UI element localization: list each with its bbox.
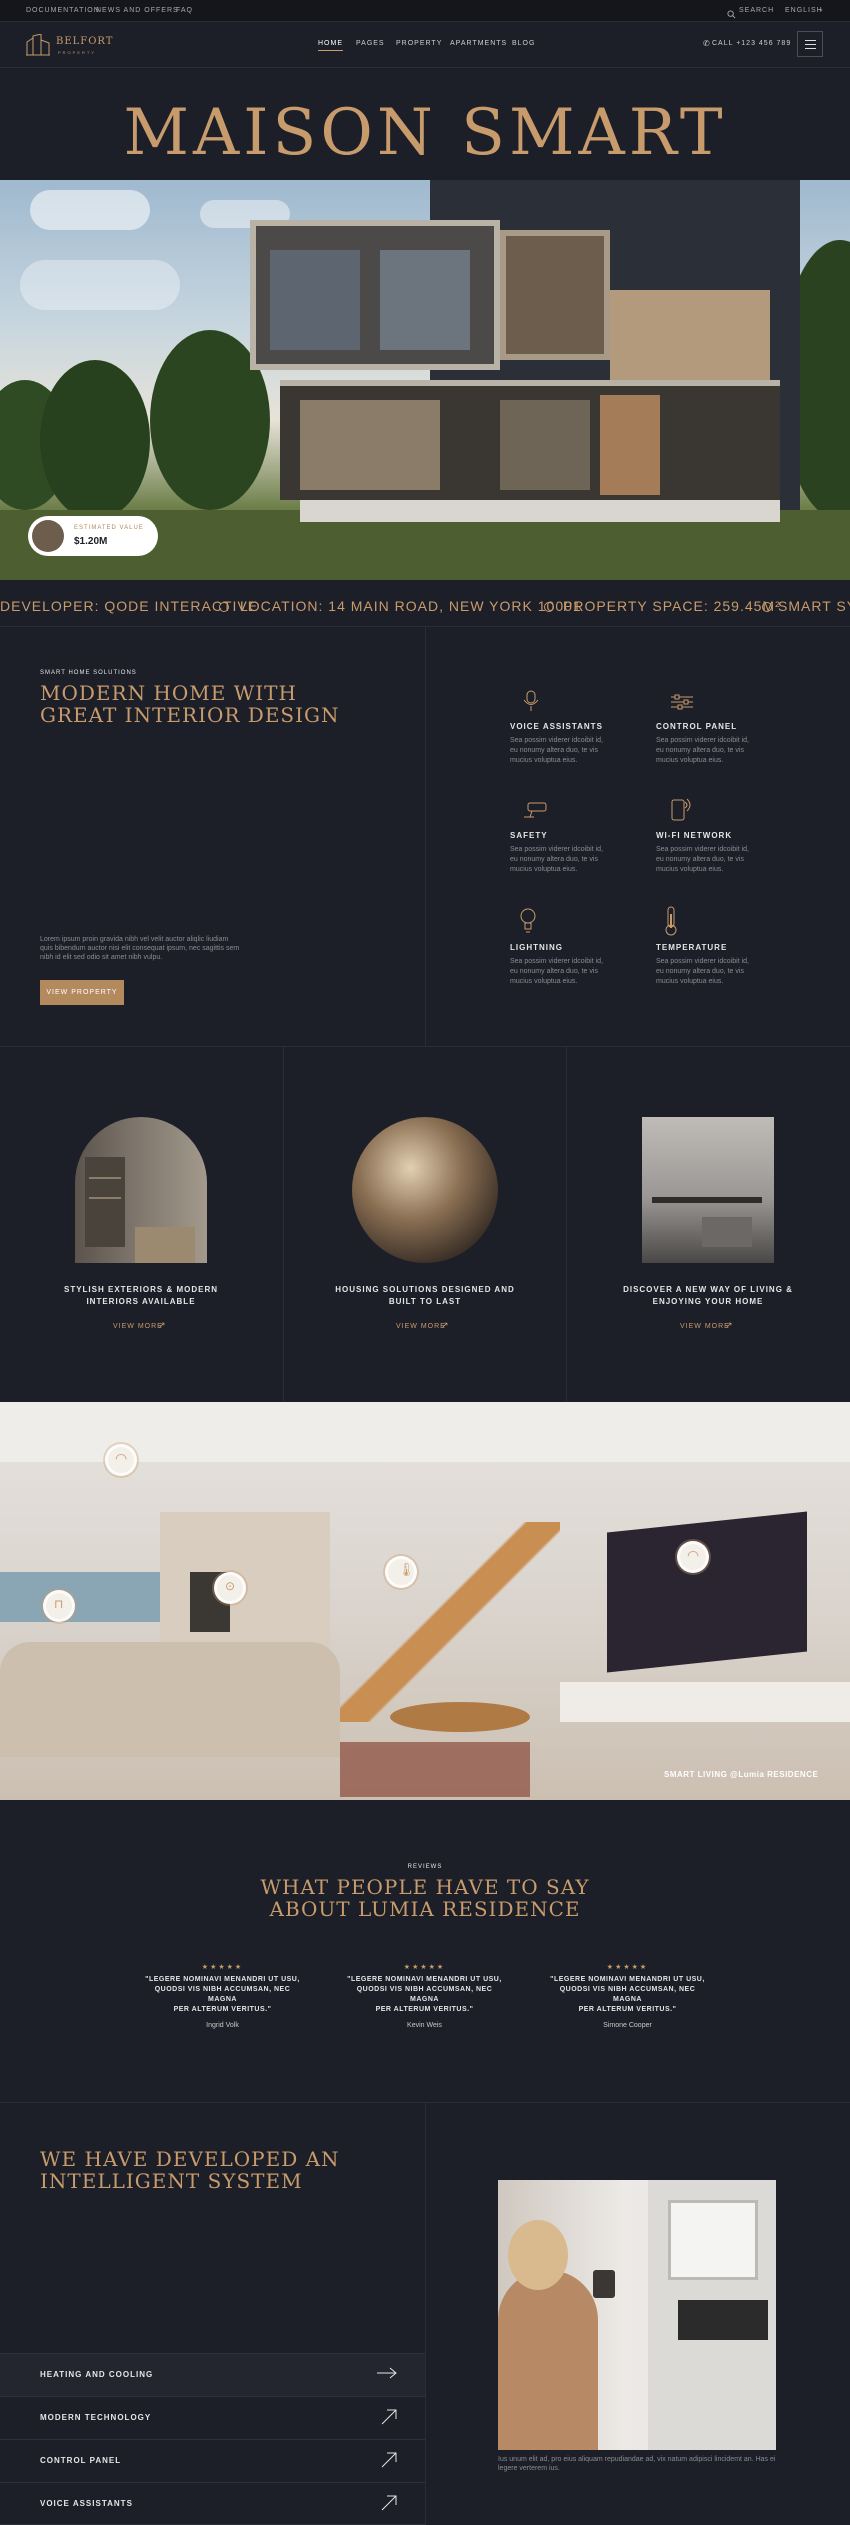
solutions-body: Lorem ipsum proin gravida nibh vel velit… [40,936,240,961]
light-bulb-icon [518,907,538,938]
accordion-item-control-panel[interactable]: CONTROL PANEL [0,2439,425,2482]
review-author: Kevin Weis [407,2022,442,2029]
faq-link[interactable]: FAQ [176,7,193,14]
info-ticker: DEVELOPER: QODE INTERACTIVE LOCATION: 14… [0,592,850,622]
review-author: Ingrid Volk [206,2022,239,2029]
microphone-icon [522,690,540,717]
wifi-phone-icon [670,796,694,827]
card-circle-image[interactable] [352,1117,498,1263]
ticker-separator-icon [762,602,772,612]
search-label[interactable]: SEARCH [739,7,774,14]
star-rating-icon: ★★★★★ [606,1964,649,1971]
review-card: ★★★★★ "LEGERE NOMINAVI MENANDRI UT USU, Q… [342,1963,507,2029]
search-icon[interactable] [727,6,737,19]
thermostat-icon: ⊙ [225,1579,236,1593]
documentation-link[interactable]: DOCUMENTATION [26,7,100,14]
review-card: ★★★★★ "LEGERE NOMINAVI MENANDRI UT USU, Q… [545,1963,710,2029]
estimated-value-card[interactable]: ESTIMATED VALUE $1.20M [28,516,158,556]
phone-icon: ✆ [703,39,710,48]
reviews-kicker: REVIEWS [407,1864,443,1870]
ticker-separator-icon [219,602,229,612]
card-1-title: STYLISH EXTERIORS & MODERN INTERIORS AVAI… [63,1285,218,1306]
estimate-label: ESTIMATED VALUE [74,525,144,531]
star-rating-icon: ★★★★★ [403,1964,446,1971]
wifi-icon: ◠ [687,1547,700,1563]
view-property-button[interactable]: VIEW PROPERTY [40,980,124,1005]
news-and-offers-link[interactable]: NEWS AND OFFERS [96,7,179,14]
solutions-kicker: SMART HOME SOLUTIONS [40,670,137,676]
solutions-heading: MODERN HOME WITH GREAT INTERIOR DESIGN [40,681,340,727]
nav-property[interactable]: PROPERTY [396,40,442,47]
nav-apartments[interactable]: APARTMENTS [450,40,507,47]
arrow-up-right-icon[interactable]: ↗ [725,1320,733,1331]
system-heading: WE HAVE DEVELOPED AN INTELLIGENT SYSTEM [40,2147,340,2193]
nav-pages[interactable]: PAGES [356,40,385,47]
nav-home[interactable]: HOME [318,40,343,51]
arrow-up-right-icon [381,2409,397,2430]
estimate-thumbnail [32,520,64,552]
feature-temperature: TEMPERATURE Sea possim viderer idcoibit … [656,943,749,985]
hotspot-temperature[interactable]: ⊙ [214,1572,246,1604]
lock-icon: ⊓ [54,1597,64,1611]
chevron-down-icon[interactable]: ⌄ [818,5,824,13]
arrow-up-right-icon [381,2495,397,2516]
arrow-up-right-icon[interactable]: ↗ [441,1320,449,1331]
phone-number[interactable]: CALL +123 456 789 [712,40,791,47]
arrow-up-right-icon [381,2452,397,2473]
sofa [0,1642,340,1757]
wifi-icon: ◠ [115,1450,128,1466]
hotspot-wifi[interactable]: ◠ [105,1444,137,1476]
menu-button[interactable] [797,31,823,57]
nav-blog[interactable]: BLOG [512,40,535,47]
accordion-item-voice-assistants[interactable]: VOICE ASSISTANTS [0,2482,425,2525]
hotspot-tv-wifi[interactable]: ◠ [677,1541,709,1573]
thermometer-icon [664,906,678,941]
accordion-item-heating[interactable]: HEATING AND COOLING [0,2353,425,2396]
ticker-location: LOCATION: 14 MAIN ROAD, NEW YORK 10001 [240,598,582,614]
tv-screen [607,1511,807,1673]
logo-name[interactable]: BELFORT [56,36,113,47]
ticker-space: PROPERTY SPACE: 259.45M² [563,598,781,614]
card-arch-image[interactable] [75,1117,207,1263]
top-utility-bar: DOCUMENTATION NEWS AND OFFERS FAQ SEARCH… [0,0,850,22]
rug [340,1742,530,1797]
security-camera-icon [522,800,550,825]
reviews-heading: WHAT PEOPLE HAVE TO SAY ABOUT LUMIA RESID… [260,1875,590,1921]
review-card: ★★★★★ "LEGERE NOMINAVI MENANDRI UT USU, Q… [140,1963,305,2029]
system-caption: Ius unum elit ad, pro eius aliquam repud… [498,2456,776,2472]
review-author: Simone Cooper [603,2022,652,2029]
feature-wifi-network: WI-FI NETWORK Sea possim viderer idcoibi… [656,831,749,873]
card-square-image[interactable] [642,1117,774,1263]
feature-safety: SAFETY Sea possim viderer idcoibit id, eu… [510,831,603,873]
smart-panel-photo [498,2180,776,2450]
card-2-title: HOUSING SOLUTIONS DESIGNED AND BUILT TO L… [335,1285,515,1306]
feature-control-panel: CONTROL PANEL Sea possim viderer idcoibi… [656,722,749,764]
logo-subtitle: PROPERTY [58,50,96,55]
thermometer-icon: 🌡 [398,1562,415,1577]
arrow-up-right-icon[interactable]: ↗ [158,1320,166,1331]
living-caption: SMART LIVING @Lumia RESIDENCE [664,1770,819,1779]
card-1-view-more[interactable]: VIEW MORE [113,1323,163,1330]
star-rating-icon: ★★★★★ [201,1964,244,1971]
logo-building-icon[interactable] [26,33,50,56]
coffee-table [390,1702,530,1732]
card-3-title: DISCOVER A NEW WAY OF LIVING & ENJOYING Y… [623,1285,793,1306]
card-3-view-more[interactable]: VIEW MORE [680,1323,730,1330]
sliders-icon [670,693,694,716]
ticker-separator-icon [544,602,554,612]
hamburger-icon [805,40,816,41]
arrow-right-icon [377,2366,397,2384]
ticker-smart: SMART SYS [778,598,850,614]
hotspot-lock[interactable]: ⊓ [43,1590,75,1622]
feature-voice-assistants: VOICE ASSISTANTS Sea possim viderer idco… [510,722,603,764]
hotspot-thermometer[interactable]: 🌡 [385,1556,417,1588]
feature-lightning: LIGHTNING Sea possim viderer idcoibit id… [510,943,603,985]
card-2-view-more[interactable]: VIEW MORE [396,1323,446,1330]
estimate-value: $1.20M [74,536,108,547]
accordion-item-technology[interactable]: MODERN TECHNOLOGY [0,2396,425,2439]
